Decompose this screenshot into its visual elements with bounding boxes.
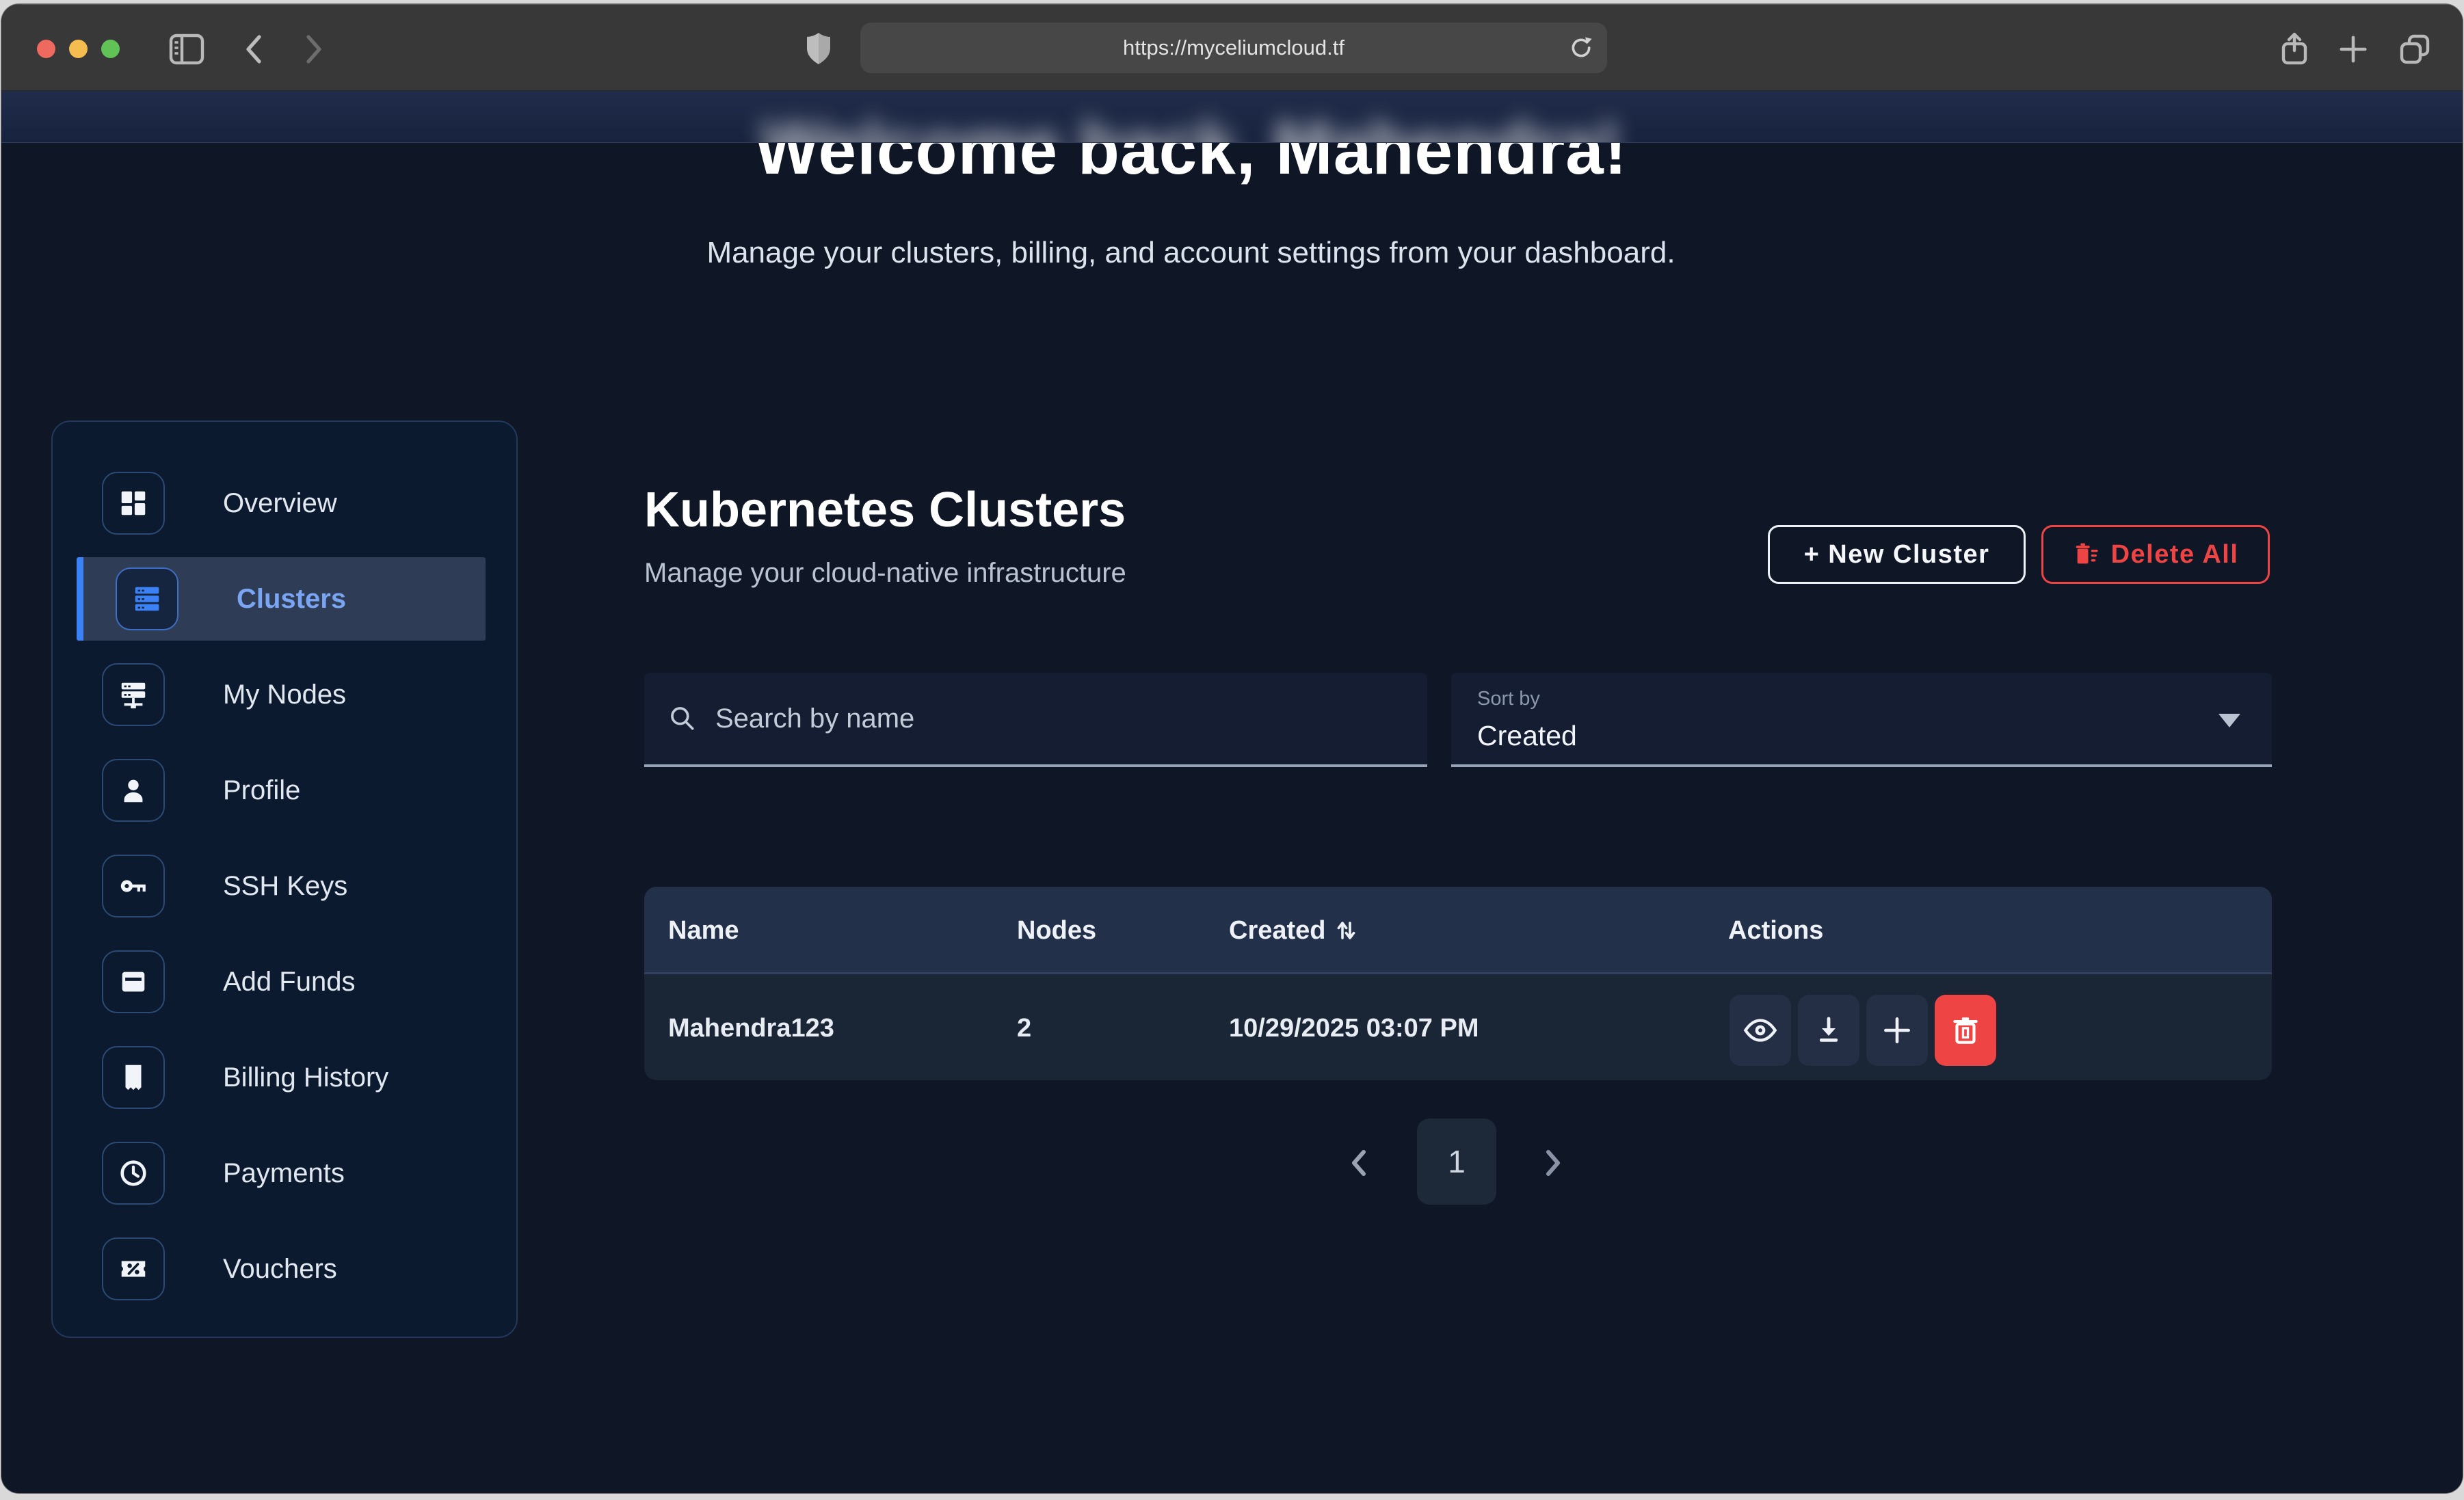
person-icon xyxy=(102,759,165,822)
cell-node-count: 2 xyxy=(1017,976,1031,1080)
add-node-button[interactable] xyxy=(1866,995,1928,1066)
search-icon xyxy=(667,704,698,734)
new-tab-icon[interactable] xyxy=(2335,31,2372,68)
sidebar-item-vouchers[interactable]: Vouchers xyxy=(53,1227,486,1311)
back-button[interactable] xyxy=(235,31,272,68)
delete-all-label: Delete All xyxy=(2111,540,2239,570)
key-icon xyxy=(102,855,165,918)
sidebar-item-label: Add Funds xyxy=(223,967,355,997)
sidebar-item-my-nodes[interactable]: My Nodes xyxy=(53,653,486,736)
download-kubeconfig-button[interactable] xyxy=(1798,995,1859,1066)
sidebar-toggle-icon[interactable] xyxy=(168,31,205,68)
browser-toolbar: https://myceliumcloud.tf xyxy=(1,4,2463,91)
pagination-page-button[interactable]: 1 xyxy=(1417,1119,1496,1205)
search-input[interactable] xyxy=(715,704,1331,734)
server-stack-icon xyxy=(116,567,178,630)
wallet-icon xyxy=(102,950,165,1013)
sidebar-item-payments[interactable]: Payments xyxy=(53,1131,486,1215)
browser-window: https://myceliumcloud.tf Welcome back, M… xyxy=(1,4,2463,1493)
sort-selected-value: Created xyxy=(1477,720,2272,752)
forward-button[interactable] xyxy=(295,31,332,68)
url-bar[interactable]: https://myceliumcloud.tf xyxy=(860,23,1607,73)
minimize-button[interactable] xyxy=(69,40,88,58)
column-header-created[interactable]: Created xyxy=(1229,887,1356,974)
dashboard-page: Welcome back, Mahendra! Welcome back, Ma… xyxy=(1,91,2463,1493)
chevron-down-icon xyxy=(2218,714,2240,727)
plus-icon xyxy=(1880,1013,1914,1047)
tab-overview-icon[interactable] xyxy=(2396,31,2433,68)
sort-arrows-icon xyxy=(1336,918,1356,943)
new-cluster-button[interactable]: + New Cluster xyxy=(1768,525,2026,584)
sidebar-item-label: Profile xyxy=(223,775,300,806)
sidebar-item-label: Billing History xyxy=(223,1062,388,1093)
sidebar-item-label: Payments xyxy=(223,1158,345,1189)
cell-created-date: 10/29/2025 03:07 PM xyxy=(1229,976,1479,1080)
sidebar-item-clusters[interactable]: Clusters xyxy=(77,557,486,641)
privacy-shield-icon[interactable] xyxy=(800,31,837,68)
clock-icon xyxy=(102,1142,165,1205)
pagination-next-button[interactable] xyxy=(1532,1142,1573,1183)
sidebar-item-billing-history[interactable]: Billing History xyxy=(53,1036,486,1119)
sidebar-item-profile[interactable]: Profile xyxy=(53,749,486,832)
pagination-page-number: 1 xyxy=(1448,1143,1466,1180)
sort-label: Sort by xyxy=(1477,688,2272,710)
sidebar-item-label: Clusters xyxy=(237,584,346,615)
table-header-row: Name Nodes Created Actions xyxy=(644,887,2272,974)
main-content: Kubernetes Clusters Manage your cloud-na… xyxy=(644,91,2272,1493)
download-icon xyxy=(1812,1014,1845,1047)
column-header-nodes: Nodes xyxy=(1017,887,1096,974)
delete-cluster-button[interactable] xyxy=(1935,995,1996,1066)
nodes-icon xyxy=(102,663,165,726)
pagination-prev-button[interactable] xyxy=(1339,1142,1380,1183)
sidebar-item-label: Overview xyxy=(223,488,337,519)
ticket-percent-icon xyxy=(102,1237,165,1300)
reload-icon[interactable] xyxy=(1565,31,1598,64)
dashboard-icon xyxy=(102,472,165,535)
sort-dropdown[interactable]: Sort by Created xyxy=(1451,673,2272,767)
trash-sweep-icon xyxy=(2073,541,2100,568)
new-cluster-label: + New Cluster xyxy=(1804,540,1990,570)
receipt-icon xyxy=(102,1046,165,1109)
sidebar-nav: Overview Clusters My Nodes Profile xyxy=(51,420,518,1338)
sidebar-item-label: SSH Keys xyxy=(223,871,347,902)
url-text: https://myceliumcloud.tf xyxy=(1123,36,1344,60)
clusters-table: Name Nodes Created Actions Mahendra123 2… xyxy=(644,887,2272,1080)
sidebar-item-label: My Nodes xyxy=(223,680,346,710)
page-subtitle: Manage your cloud-native infrastructure xyxy=(644,558,1126,589)
sidebar-item-ssh-keys[interactable]: SSH Keys xyxy=(53,844,486,928)
page-title: Kubernetes Clusters xyxy=(644,482,1126,538)
trash-icon xyxy=(1948,1013,1983,1047)
sidebar-item-overview[interactable]: Overview xyxy=(53,461,486,545)
sidebar-item-add-funds[interactable]: Add Funds xyxy=(53,940,486,1023)
search-field[interactable] xyxy=(644,673,1427,767)
fullscreen-button[interactable] xyxy=(101,40,120,58)
view-cluster-button[interactable] xyxy=(1730,995,1791,1066)
share-icon[interactable] xyxy=(2276,31,2313,68)
cell-cluster-name: Mahendra123 xyxy=(668,976,834,1080)
column-header-actions: Actions xyxy=(1728,887,1823,974)
sidebar-item-label: Vouchers xyxy=(223,1254,337,1285)
delete-all-button[interactable]: Delete All xyxy=(2041,525,2270,584)
close-button[interactable] xyxy=(37,40,55,58)
eye-icon xyxy=(1743,1013,1778,1048)
table-row: Mahendra123 2 10/29/2025 03:07 PM xyxy=(644,976,2272,1080)
traffic-lights xyxy=(37,40,120,58)
column-header-name: Name xyxy=(668,887,739,974)
